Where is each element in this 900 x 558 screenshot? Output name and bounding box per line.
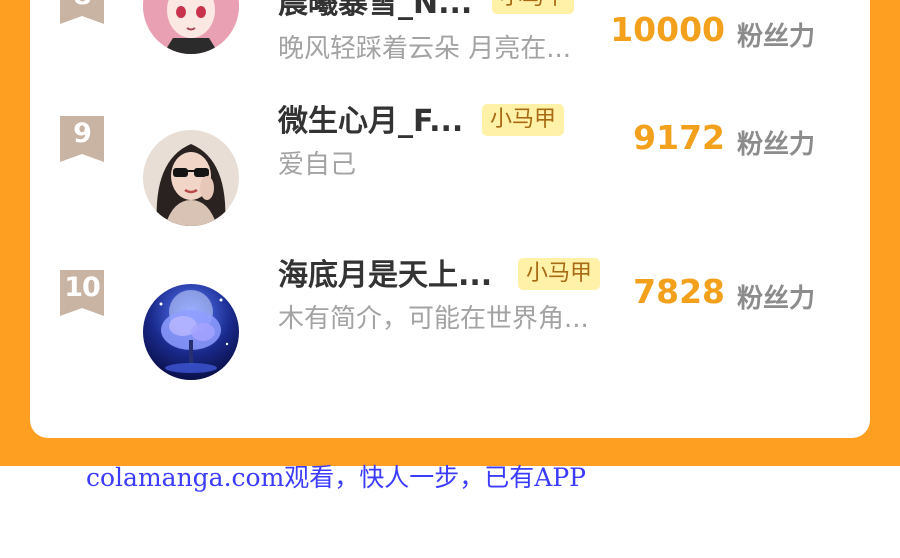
user-bio: 晚风轻踩着云朵 月亮在... — [278, 34, 572, 64]
fan-score: 9172 — [633, 118, 725, 157]
fan-score: 10000 — [610, 10, 725, 49]
tag-badge: 小马甲 — [518, 258, 601, 290]
avatar[interactable] — [143, 130, 239, 226]
watermark-text: colamanga.com观看，快人一步，已有APP — [86, 463, 586, 492]
rank-badge: 10 — [60, 270, 104, 318]
rank-badge: 8 — [60, 0, 104, 26]
user-bio: 爱自己 — [278, 150, 357, 180]
list-item[interactable]: 8 晨曦暴雪_N... 小马甲 晚风轻踩着云朵 月亮在... 10000 粉丝力 — [30, 0, 870, 76]
rank-number: 9 — [73, 118, 92, 149]
woman-sunglasses-avatar-icon — [143, 130, 239, 226]
tag-badge: 小马甲 — [492, 0, 575, 14]
user-name[interactable]: 晨曦暴雪_N... — [278, 0, 472, 22]
fan-score-unit: 粉丝力 — [737, 22, 816, 52]
fan-score: 7828 — [633, 272, 725, 311]
fan-score-unit: 粉丝力 — [737, 284, 816, 314]
avatar[interactable] — [143, 0, 239, 54]
blue-tree-moon-avatar-icon — [143, 284, 239, 380]
rank-number: 10 — [64, 272, 101, 303]
list-item[interactable]: 9 微生心月_F... 小马甲 爱自己 9172 粉丝力 — [30, 104, 870, 236]
list-item[interactable]: 10 海底月是天上... 小马甲 木有简介，可能在世界角... 7828 粉丝力 — [30, 258, 870, 390]
anime-girl-avatar-icon — [143, 0, 239, 54]
tag-badge: 小马甲 — [482, 104, 565, 136]
user-name[interactable]: 海底月是天上... — [278, 250, 492, 294]
avatar[interactable] — [143, 284, 239, 380]
user-bio: 木有简介，可能在世界角... — [278, 304, 589, 334]
fan-score-unit: 粉丝力 — [737, 130, 816, 160]
user-name[interactable]: 微生心月_F... — [278, 96, 463, 140]
ranking-card: 8 晨曦暴雪_N... 小马甲 晚风轻踩着云朵 月亮在... 10000 粉丝力 — [30, 0, 870, 438]
rank-badge: 9 — [60, 116, 104, 164]
rank-number: 8 — [60, 0, 104, 11]
